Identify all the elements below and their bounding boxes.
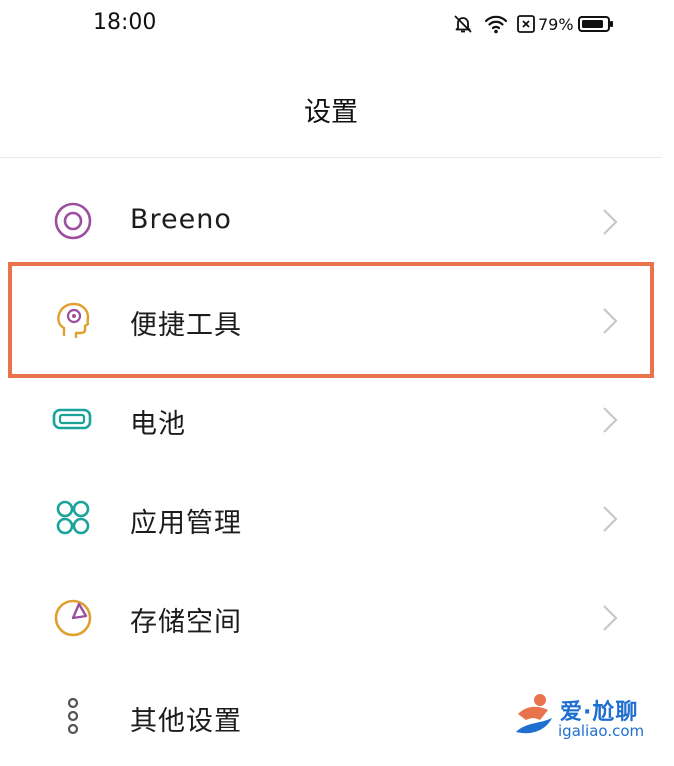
chevron-right-icon (601, 406, 619, 438)
watermark-url: igaliao.com (558, 722, 645, 740)
chevron-right-icon (601, 208, 619, 240)
status-bar: 18:00 79% (0, 0, 674, 50)
settings-item-app-management[interactable]: 应用管理 (0, 469, 662, 568)
sim-blocked-icon (516, 13, 536, 35)
breeno-ring-icon (52, 200, 94, 242)
title-divider (0, 157, 662, 158)
settings-item-label: 存储空间 (130, 607, 242, 638)
battery-percent: 79% (538, 14, 574, 34)
storage-pie-icon (52, 596, 94, 638)
settings-item-storage[interactable]: 存储空间 (0, 568, 662, 667)
page-title: 设置 (304, 97, 358, 128)
watermark-logo-icon (510, 692, 558, 746)
settings-item-battery[interactable]: 电池 (0, 370, 662, 469)
watermark: 爱·尬聊 igaliao.com (510, 690, 670, 746)
more-dots-icon (52, 695, 94, 737)
status-icons: 79% (452, 11, 614, 37)
highlight-box (8, 262, 654, 378)
grid-apps-icon (52, 497, 94, 539)
battery-icon (577, 14, 614, 34)
settings-item-label: 其他设置 (130, 706, 242, 737)
battery-outline-icon (52, 398, 94, 440)
wifi-icon (484, 13, 508, 35)
bell-muted-icon (452, 13, 474, 35)
chevron-right-icon (601, 604, 619, 636)
settings-item-label: Breeno (130, 204, 232, 235)
settings-item-label: 应用管理 (130, 508, 242, 539)
status-time: 18:00 (93, 10, 157, 35)
settings-item-breeno[interactable]: Breeno (0, 172, 662, 271)
chevron-right-icon (601, 505, 619, 537)
settings-item-label: 电池 (130, 409, 186, 440)
